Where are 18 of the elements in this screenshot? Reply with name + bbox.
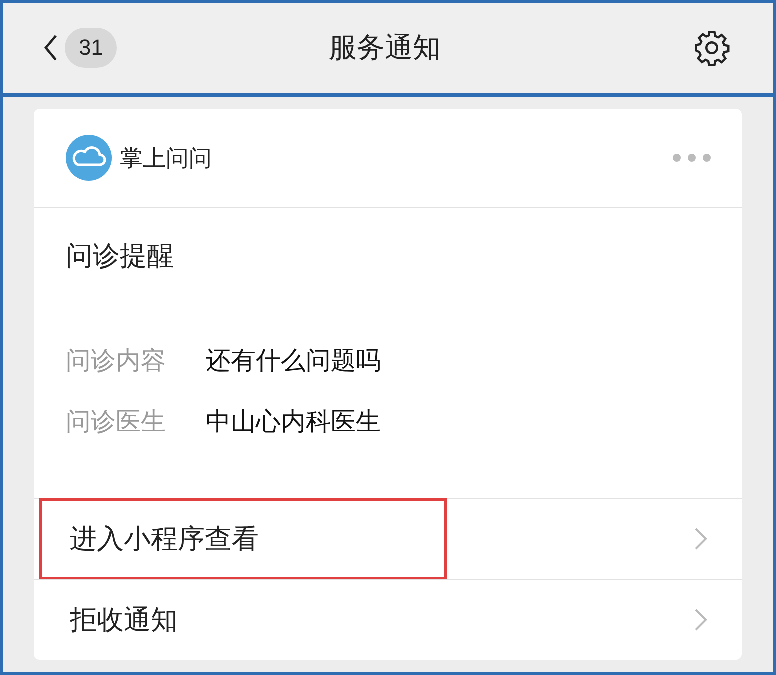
chevron-right-icon: [694, 527, 708, 551]
action-row[interactable]: 进入小程序查看: [34, 498, 742, 579]
field-label: 问诊内容: [66, 345, 166, 377]
field-label: 问诊医生: [66, 406, 166, 438]
field-value: 还有什么问题吗: [206, 345, 381, 377]
unread-count-badge: 31: [65, 28, 118, 68]
cloud-logo-icon: [66, 135, 112, 181]
action-label: 进入小程序查看: [39, 498, 447, 580]
notification-title: 问诊提醒: [66, 240, 175, 274]
page-title: 服务通知: [328, 30, 442, 66]
chevron-right-icon: [694, 608, 708, 632]
action-label: 拒收通知: [69, 604, 179, 638]
app-name: 掌上问问: [120, 144, 213, 174]
settings-icon[interactable]: [693, 29, 731, 67]
field-value: 中山心内科医生: [206, 406, 381, 438]
back-button[interactable]: 31: [43, 28, 118, 68]
action-row[interactable]: 拒收通知: [34, 579, 742, 660]
back-icon: [43, 34, 59, 62]
